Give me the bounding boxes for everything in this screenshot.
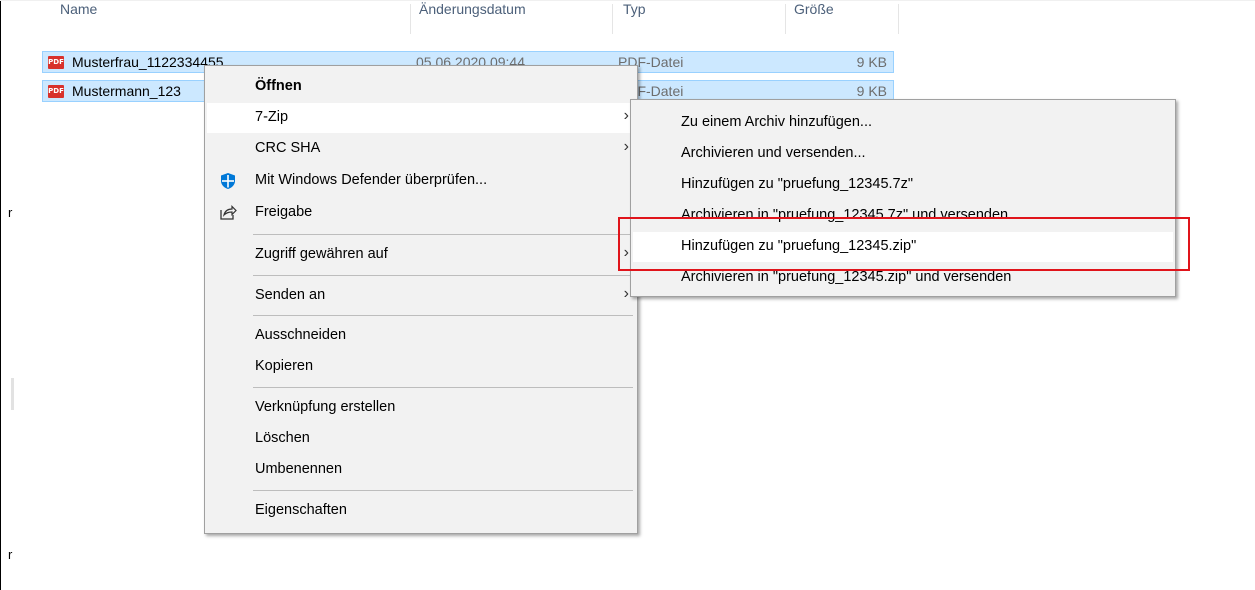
column-header-size[interactable]: Größe: [794, 0, 894, 34]
edge-fragment-1: r: [8, 205, 13, 220]
column-divider[interactable]: [898, 4, 899, 34]
menu-item-delete[interactable]: Löschen: [207, 424, 635, 454]
menu-separator: [253, 490, 633, 491]
chevron-right-icon: ›: [623, 107, 629, 124]
edge-scroll-tick: [11, 378, 14, 410]
edge-fragment-2: r: [8, 547, 13, 562]
menu-item-rename[interactable]: Umbenennen: [207, 455, 635, 485]
highlight-annotation-box: [618, 217, 1190, 271]
menu-item-send-to[interactable]: Senden an ›: [207, 281, 635, 311]
menu-item-cut[interactable]: Ausschneiden: [207, 321, 635, 351]
menu-separator: [253, 315, 633, 316]
chevron-right-icon: ›: [623, 138, 629, 155]
menu-item-7zip[interactable]: 7-Zip ›: [207, 103, 635, 133]
column-divider[interactable]: [410, 4, 411, 34]
column-header-name[interactable]: Name: [60, 0, 410, 34]
menu-item-defender-scan[interactable]: Mit Windows Defender überprüfen...: [207, 166, 635, 196]
column-header-type[interactable]: Typ: [623, 0, 783, 34]
menu-item-open[interactable]: Öffnen: [207, 72, 635, 102]
context-menu: Öffnen 7-Zip › CRC SHA › Mit Windows Def…: [204, 65, 638, 534]
submenu-item-add-to-archive[interactable]: Zu einem Archiv hinzufügen...: [633, 108, 1173, 138]
submenu-item-archive-and-email[interactable]: Archivieren und versenden...: [633, 139, 1173, 169]
window-left-border: [0, 0, 1, 590]
file-name: Mustermann_123: [72, 83, 181, 99]
share-icon: [220, 205, 237, 220]
submenu-item-add-to-7z[interactable]: Hinzufügen zu "pruefung_12345.7z": [633, 170, 1173, 200]
menu-separator: [253, 234, 633, 235]
column-divider[interactable]: [612, 4, 613, 34]
menu-item-copy[interactable]: Kopieren: [207, 352, 635, 382]
pdf-icon: PDF: [48, 56, 64, 69]
windows-defender-icon: [221, 173, 235, 189]
explorer-window: r r Name Änderungsdatum Typ Größe PDF Mu…: [0, 0, 1255, 590]
pdf-icon: PDF: [48, 85, 64, 98]
menu-item-crc-sha[interactable]: CRC SHA ›: [207, 134, 635, 164]
menu-item-share[interactable]: Freigabe: [207, 198, 635, 228]
menu-item-grant-access[interactable]: Zugriff gewähren auf ›: [207, 240, 635, 270]
file-size: 9 KB: [856, 83, 887, 99]
file-size: 9 KB: [856, 54, 887, 70]
column-divider[interactable]: [785, 4, 786, 34]
file-name: Musterfrau_1122334455: [72, 54, 224, 70]
menu-item-create-shortcut[interactable]: Verknüpfung erstellen: [207, 393, 635, 423]
menu-separator: [253, 275, 633, 276]
menu-item-properties[interactable]: Eigenschaften: [207, 496, 635, 526]
menu-separator: [253, 387, 633, 388]
column-header-date[interactable]: Änderungsdatum: [419, 0, 611, 34]
chevron-right-icon: ›: [623, 285, 629, 302]
